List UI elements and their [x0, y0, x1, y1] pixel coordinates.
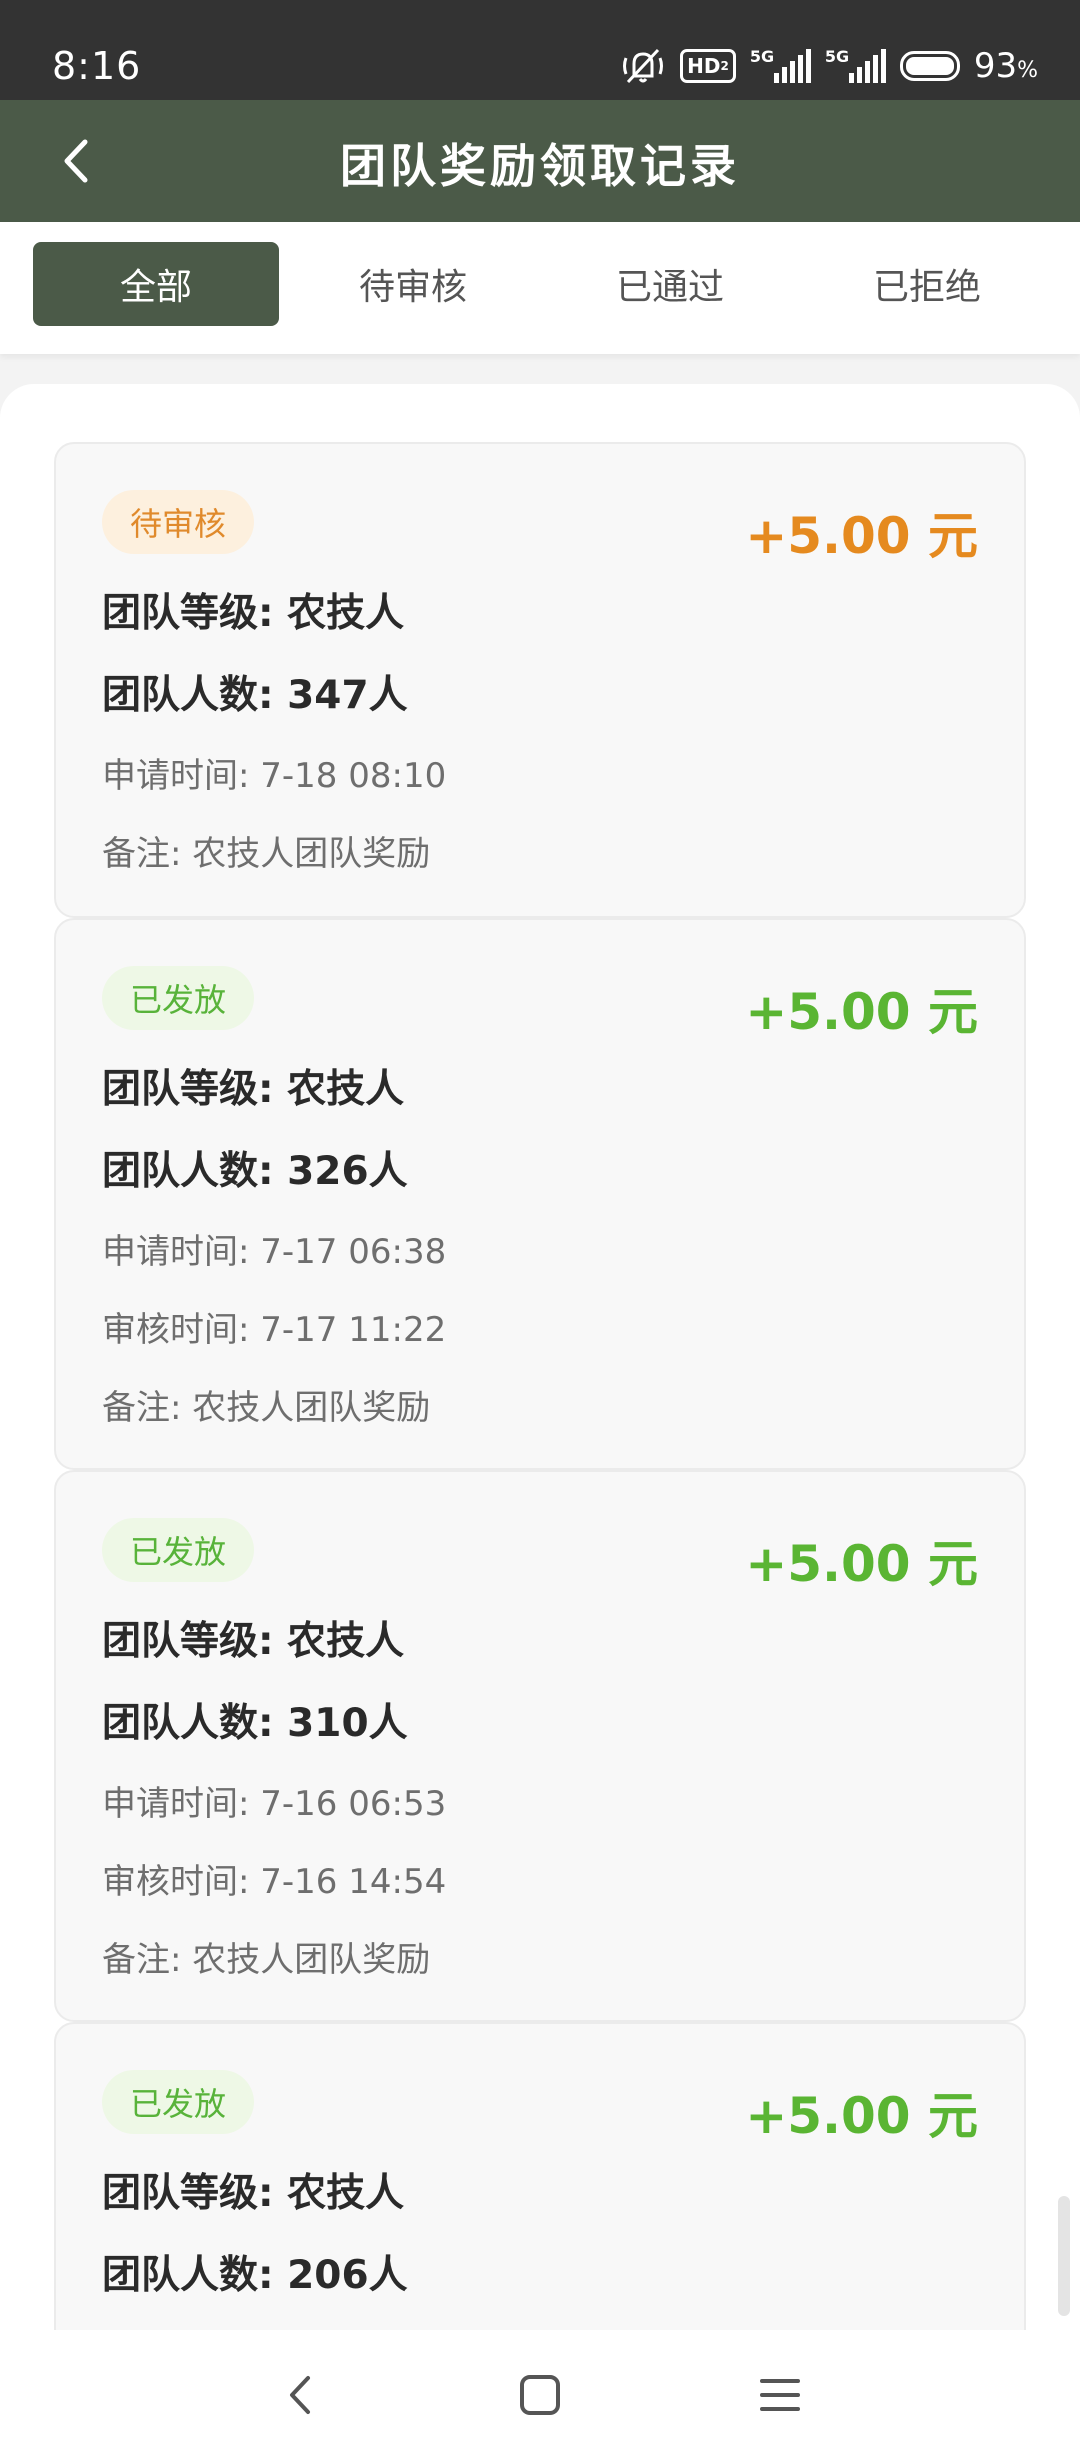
signal-icon: 5G	[825, 47, 886, 83]
reward-amount: +5.00 元	[745, 983, 978, 1041]
status-badge: 待审核	[102, 490, 255, 554]
battery-icon	[899, 51, 960, 81]
signal-icon: 5G	[750, 47, 811, 83]
record-card[interactable]: 已发放 +5.00 元 团队等级: 农技人 团队人数: 310人 申请时间: 7…	[54, 1470, 1026, 2022]
nav-menu-button[interactable]	[740, 2360, 820, 2430]
page-title: 团队奖励领取记录	[340, 139, 740, 193]
apply-time: 申请时间: 7-17 06:38	[102, 1232, 447, 1272]
records-panel: 待审核 +5.00 元 团队等级: 农技人 团队人数: 347人 申请时间: 7…	[0, 384, 1080, 2442]
filter-tabs: 全部 待审核 已通过 已拒绝	[0, 222, 1080, 354]
team-members: 团队人数: 326人	[102, 1149, 408, 1194]
team-level: 团队等级: 农技人	[102, 2171, 405, 2216]
tab-approved[interactable]: 已通过	[547, 242, 793, 326]
status-time: 8:16	[52, 44, 142, 88]
hd-icon: HD 2	[680, 49, 736, 83]
status-bar: 8:16 HD 2 5G 5G 93%	[0, 0, 1080, 100]
team-level: 团队等级: 农技人	[102, 591, 405, 636]
app-header: 团队奖励领取记录	[0, 100, 1080, 222]
note: 备注: 农技人团队奖励	[102, 1940, 431, 1980]
team-level: 团队等级: 农技人	[102, 1619, 405, 1664]
battery-percent: 93%	[973, 46, 1038, 86]
status-badge: 已发放	[102, 1518, 255, 1582]
tab-all[interactable]: 全部	[33, 242, 279, 326]
nav-back-button[interactable]	[260, 2360, 340, 2430]
note: 备注: 农技人团队奖励	[102, 1388, 431, 1428]
team-members: 团队人数: 310人	[102, 1701, 408, 1746]
reward-amount: +5.00 元	[745, 2087, 978, 2145]
apply-time: 申请时间: 7-18 08:10	[102, 756, 447, 796]
home-icon	[520, 2375, 560, 2415]
apply-time: 申请时间: 7-16 06:53	[102, 1784, 447, 1824]
nav-home-button[interactable]	[500, 2360, 580, 2430]
team-level: 团队等级: 农技人	[102, 1067, 405, 1112]
status-badge: 已发放	[102, 2070, 255, 2134]
system-nav-bar	[0, 2330, 1080, 2460]
scrollbar-thumb[interactable]	[1058, 2196, 1070, 2316]
tab-rejected[interactable]: 已拒绝	[804, 242, 1050, 326]
note: 备注: 农技人团队奖励	[102, 834, 431, 874]
status-badge: 已发放	[102, 966, 255, 1030]
record-card[interactable]: 已发放 +5.00 元 团队等级: 农技人 团队人数: 326人 申请时间: 7…	[54, 918, 1026, 1470]
review-time: 审核时间: 7-17 11:22	[102, 1310, 447, 1350]
menu-icon	[760, 2379, 800, 2411]
record-card[interactable]: 待审核 +5.00 元 团队等级: 农技人 团队人数: 347人 申请时间: 7…	[54, 442, 1026, 918]
status-icons: HD 2 5G 5G 93%	[620, 44, 1038, 88]
tab-pending[interactable]: 待审核	[290, 242, 536, 326]
back-icon	[290, 2376, 310, 2414]
mute-vibrate-icon	[620, 46, 666, 86]
reward-amount: +5.00 元	[745, 1535, 978, 1593]
review-time: 审核时间: 7-16 14:54	[102, 1862, 447, 1902]
reward-amount: +5.00 元	[745, 507, 978, 565]
team-members: 团队人数: 347人	[102, 673, 408, 718]
team-members: 团队人数: 206人	[102, 2253, 408, 2298]
